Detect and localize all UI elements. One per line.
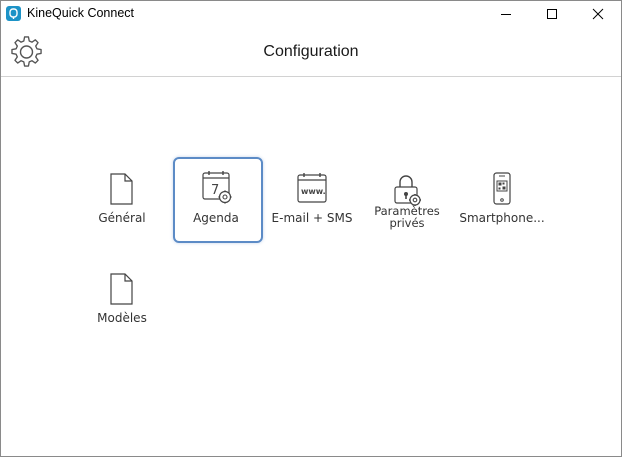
lock-settings-icon bbox=[391, 174, 423, 208]
tile-parametres-prives[interactable]: Paramètres privés bbox=[364, 160, 450, 242]
tile-label-general: Général bbox=[98, 211, 146, 225]
tile-label-email-sms: E-mail + SMS bbox=[271, 211, 353, 225]
document-icon bbox=[106, 172, 138, 206]
app-window: KineQuick Connect Configuration Général … bbox=[0, 0, 622, 457]
close-icon bbox=[592, 8, 604, 20]
app-logo-icon bbox=[6, 6, 21, 21]
web-calendar-icon: www. bbox=[296, 172, 328, 206]
tile-agenda[interactable]: 7 Agenda bbox=[173, 157, 263, 243]
tile-label-parametres-prives: Paramètres privés bbox=[374, 204, 440, 230]
maximize-icon bbox=[547, 9, 557, 19]
smartphone-qr-icon bbox=[486, 172, 518, 206]
svg-text:www.: www. bbox=[301, 187, 326, 196]
tile-modeles[interactable]: Modèles bbox=[79, 260, 165, 342]
tile-label-smartphone: Smartphone... bbox=[459, 211, 545, 225]
document-icon bbox=[106, 272, 138, 306]
tile-email-sms[interactable]: www. E-mail + SMS bbox=[269, 160, 355, 242]
svg-text:7: 7 bbox=[211, 183, 219, 198]
window-title: KineQuick Connect bbox=[27, 6, 135, 20]
tile-general[interactable]: Général bbox=[79, 160, 165, 242]
calendar-settings-icon: 7 bbox=[200, 169, 232, 204]
tile-smartphone[interactable]: Smartphone... bbox=[459, 160, 545, 242]
maximize-button[interactable] bbox=[529, 1, 575, 27]
minimize-icon bbox=[501, 14, 511, 15]
title-bar[interactable]: KineQuick Connect bbox=[1, 1, 621, 27]
header-divider bbox=[1, 76, 621, 77]
close-button[interactable] bbox=[575, 1, 621, 27]
tile-label-modeles: Modèles bbox=[97, 311, 147, 325]
tile-label-agenda: Agenda bbox=[193, 211, 239, 225]
page-title: Configuration bbox=[263, 43, 359, 60]
minimize-button[interactable] bbox=[483, 1, 529, 27]
